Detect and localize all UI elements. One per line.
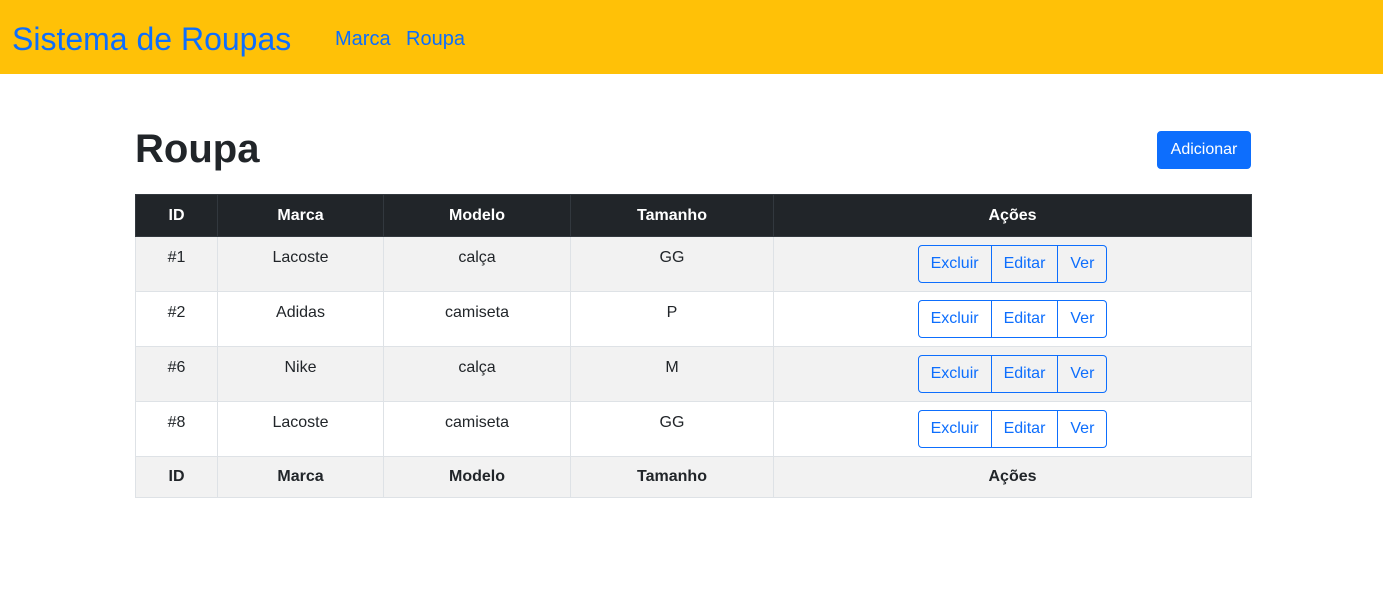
header-id: ID [135, 194, 218, 237]
cell-id: #1 [135, 236, 218, 292]
top-navbar: Sistema de Roupas Marca Roupa [0, 0, 1383, 74]
add-button[interactable]: Adicionar [1157, 131, 1251, 169]
cell-marca: Adidas [217, 291, 384, 347]
table-row: #1 Lacoste calça GG Excluir Editar Ver [135, 236, 1252, 292]
action-button-group: Excluir Editar Ver [917, 410, 1108, 448]
edit-button[interactable]: Editar [991, 245, 1059, 283]
brand-link[interactable]: Sistema de Roupas [12, 20, 291, 58]
cell-id: #6 [135, 346, 218, 402]
footer-row: ID Marca Modelo Tamanho Ações [135, 456, 1252, 498]
cell-actions: Excluir Editar Ver [773, 291, 1252, 347]
cell-modelo: camiseta [383, 291, 571, 347]
action-button-group: Excluir Editar Ver [917, 245, 1108, 283]
cell-actions: Excluir Editar Ver [773, 236, 1252, 292]
delete-button[interactable]: Excluir [917, 410, 992, 448]
footer-id: ID [135, 456, 218, 498]
view-button[interactable]: Ver [1058, 245, 1108, 283]
cell-modelo: calça [383, 346, 571, 402]
cell-tamanho: P [570, 291, 774, 347]
cell-marca: Nike [217, 346, 384, 402]
footer-marca: Marca [217, 456, 384, 498]
header-tamanho: Tamanho [570, 194, 774, 237]
cell-tamanho: GG [570, 401, 774, 457]
header-modelo: Modelo [383, 194, 571, 237]
table-row: #8 Lacoste camiseta GG Excluir Editar Ve… [135, 401, 1252, 457]
action-button-group: Excluir Editar Ver [917, 355, 1108, 393]
nav-link-marca[interactable]: Marca [335, 27, 391, 51]
cell-actions: Excluir Editar Ver [773, 401, 1252, 457]
footer-acoes: Ações [773, 456, 1252, 498]
header-acoes: Ações [773, 194, 1252, 237]
footer-tamanho: Tamanho [570, 456, 774, 498]
cell-marca: Lacoste [217, 236, 384, 292]
header-marca: Marca [217, 194, 384, 237]
table-footer: ID Marca Modelo Tamanho Ações [135, 456, 1252, 498]
cell-marca: Lacoste [217, 401, 384, 457]
cell-id: #2 [135, 291, 218, 347]
cell-modelo: calça [383, 236, 571, 292]
edit-button[interactable]: Editar [991, 410, 1059, 448]
cell-id: #8 [135, 401, 218, 457]
cell-actions: Excluir Editar Ver [773, 346, 1252, 402]
delete-button[interactable]: Excluir [917, 300, 992, 338]
cell-modelo: camiseta [383, 401, 571, 457]
footer-modelo: Modelo [383, 456, 571, 498]
view-button[interactable]: Ver [1058, 410, 1108, 448]
delete-button[interactable]: Excluir [917, 355, 992, 393]
header-row: ID Marca Modelo Tamanho Ações [135, 194, 1252, 237]
nav-link-roupa[interactable]: Roupa [406, 27, 465, 51]
delete-button[interactable]: Excluir [917, 245, 992, 283]
edit-button[interactable]: Editar [991, 355, 1059, 393]
action-button-group: Excluir Editar Ver [917, 300, 1108, 338]
edit-button[interactable]: Editar [991, 300, 1059, 338]
table-row: #6 Nike calça M Excluir Editar Ver [135, 346, 1252, 402]
view-button[interactable]: Ver [1058, 355, 1108, 393]
table-row: #2 Adidas camiseta P Excluir Editar Ver [135, 291, 1252, 347]
table-body: #1 Lacoste calça GG Excluir Editar Ver #… [135, 236, 1252, 457]
cell-tamanho: M [570, 346, 774, 402]
page-title: Roupa [135, 127, 260, 171]
table-header: ID Marca Modelo Tamanho Ações [135, 194, 1252, 237]
view-button[interactable]: Ver [1058, 300, 1108, 338]
roupa-table: ID Marca Modelo Tamanho Ações #1 Lacoste… [135, 194, 1252, 498]
cell-tamanho: GG [570, 236, 774, 292]
